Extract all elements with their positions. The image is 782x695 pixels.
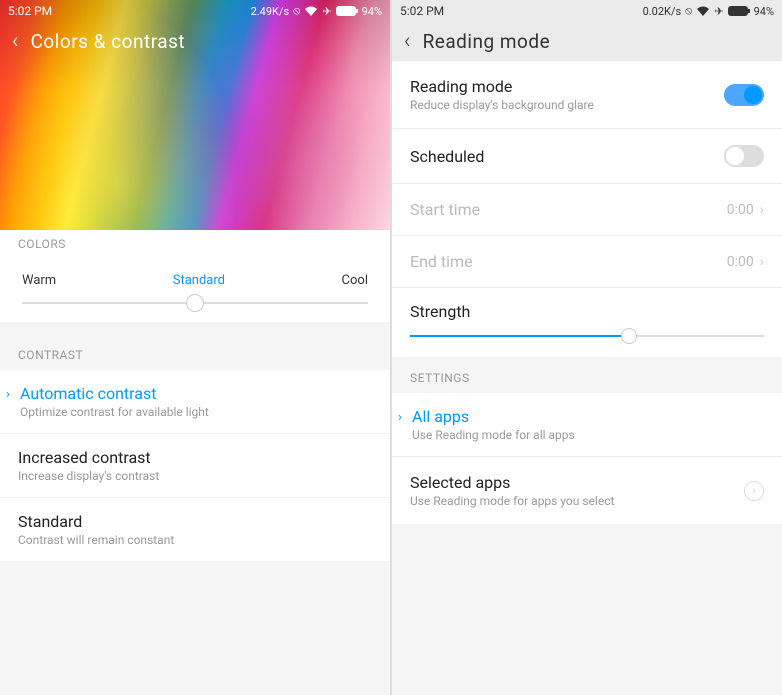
- contrast-standard-label: Standard: [18, 512, 372, 531]
- back-icon[interactable]: ‹: [12, 31, 19, 53]
- chevron-right-circle-icon: ›: [744, 481, 764, 501]
- do-not-disturb-icon: ⦸: [293, 4, 300, 18]
- strength-row: Strength: [392, 288, 782, 357]
- strength-slider-track[interactable]: [410, 335, 764, 337]
- selected-apps-row[interactable]: Selected apps Use Reading mode for apps …: [392, 457, 782, 524]
- contrast-automatic[interactable]: › Automatic contrast Optimize contrast f…: [0, 370, 390, 434]
- chevron-right-icon: ›: [398, 410, 402, 425]
- chevron-right-icon: ›: [760, 202, 764, 218]
- strength-label: Strength: [410, 302, 764, 321]
- status-battery: 94%: [362, 5, 382, 18]
- contrast-increased-label: Increased contrast: [18, 448, 372, 467]
- contrast-standard[interactable]: Standard Contrast will remain constant: [0, 498, 390, 561]
- color-warm-label[interactable]: Warm: [22, 273, 56, 288]
- contrast-standard-sub: Contrast will remain constant: [18, 533, 372, 547]
- status-speed: 2.49K/s: [251, 5, 290, 18]
- all-apps-row[interactable]: › All apps Use Reading mode for all apps: [392, 393, 782, 457]
- start-time-row[interactable]: Start time 0:00 ›: [392, 184, 782, 236]
- reading-mode-sub: Reduce display's background glare: [410, 98, 724, 112]
- colors-contrast-screen: 5:02 PM 2.49K/s ⦸ ✈ 94% ‹ Colors & contr…: [0, 0, 392, 695]
- chevron-right-icon: ›: [760, 254, 764, 270]
- settings-section-header: SETTINGS: [392, 357, 782, 393]
- end-time-label: End time: [410, 252, 473, 271]
- color-slider-thumb[interactable]: [186, 294, 204, 312]
- start-time-value: 0:00: [727, 202, 754, 218]
- reading-mode-row[interactable]: Reading mode Reduce display's background…: [392, 61, 782, 129]
- start-time-label: Start time: [410, 200, 480, 219]
- title-bar: ‹ Colors & contrast: [0, 22, 390, 61]
- scheduled-toggle[interactable]: [724, 145, 764, 167]
- contrast-automatic-label: Automatic contrast: [20, 384, 372, 403]
- color-cool-label[interactable]: Cool: [342, 273, 368, 288]
- airplane-icon: ✈: [322, 5, 331, 18]
- wifi-icon: [696, 6, 710, 16]
- scheduled-label: Scheduled: [410, 147, 484, 166]
- contrast-increased[interactable]: Increased contrast Increase display's co…: [0, 434, 390, 498]
- status-time: 5:02 PM: [400, 4, 444, 18]
- strength-slider-thumb[interactable]: [621, 328, 637, 344]
- status-time: 5:02 PM: [8, 4, 52, 18]
- end-time-value: 0:00: [727, 254, 754, 270]
- title-bar: ‹ Reading mode: [392, 22, 782, 61]
- reading-mode-toggle[interactable]: [724, 84, 764, 106]
- battery-icon: [336, 6, 358, 16]
- wifi-icon: [304, 6, 318, 16]
- contrast-section-header: CONTRAST: [0, 334, 390, 370]
- color-temperature-row: Warm Standard Cool: [0, 259, 390, 322]
- reading-mode-label: Reading mode: [410, 77, 724, 96]
- page-title: Reading mode: [423, 30, 551, 53]
- airplane-icon: ✈: [714, 5, 723, 18]
- status-battery: 94%: [754, 5, 774, 18]
- reading-mode-screen: 5:02 PM 0.02K/s ⦸ ✈ 94% ‹ Reading mode R…: [392, 0, 782, 695]
- selected-apps-label: Selected apps: [410, 473, 744, 492]
- status-speed: 0.02K/s: [643, 5, 682, 18]
- all-apps-label: All apps: [412, 407, 764, 426]
- end-time-row[interactable]: End time 0:00 ›: [392, 236, 782, 288]
- status-bar: 5:02 PM 2.49K/s ⦸ ✈ 94%: [0, 0, 390, 22]
- chevron-right-icon: ›: [6, 387, 10, 402]
- all-apps-sub: Use Reading mode for all apps: [412, 428, 764, 442]
- scheduled-row[interactable]: Scheduled: [392, 129, 782, 184]
- back-icon[interactable]: ‹: [404, 31, 411, 53]
- color-slider-track[interactable]: [22, 302, 368, 304]
- color-standard-label[interactable]: Standard: [173, 273, 225, 288]
- do-not-disturb-icon: ⦸: [685, 4, 692, 18]
- contrast-increased-sub: Increase display's contrast: [18, 469, 372, 483]
- status-bar: 5:02 PM 0.02K/s ⦸ ✈ 94%: [392, 0, 782, 22]
- contrast-automatic-sub: Optimize contrast for available light: [20, 405, 372, 419]
- selected-apps-sub: Use Reading mode for apps you select: [410, 494, 744, 508]
- page-title: Colors & contrast: [31, 30, 186, 53]
- battery-icon: [728, 6, 750, 16]
